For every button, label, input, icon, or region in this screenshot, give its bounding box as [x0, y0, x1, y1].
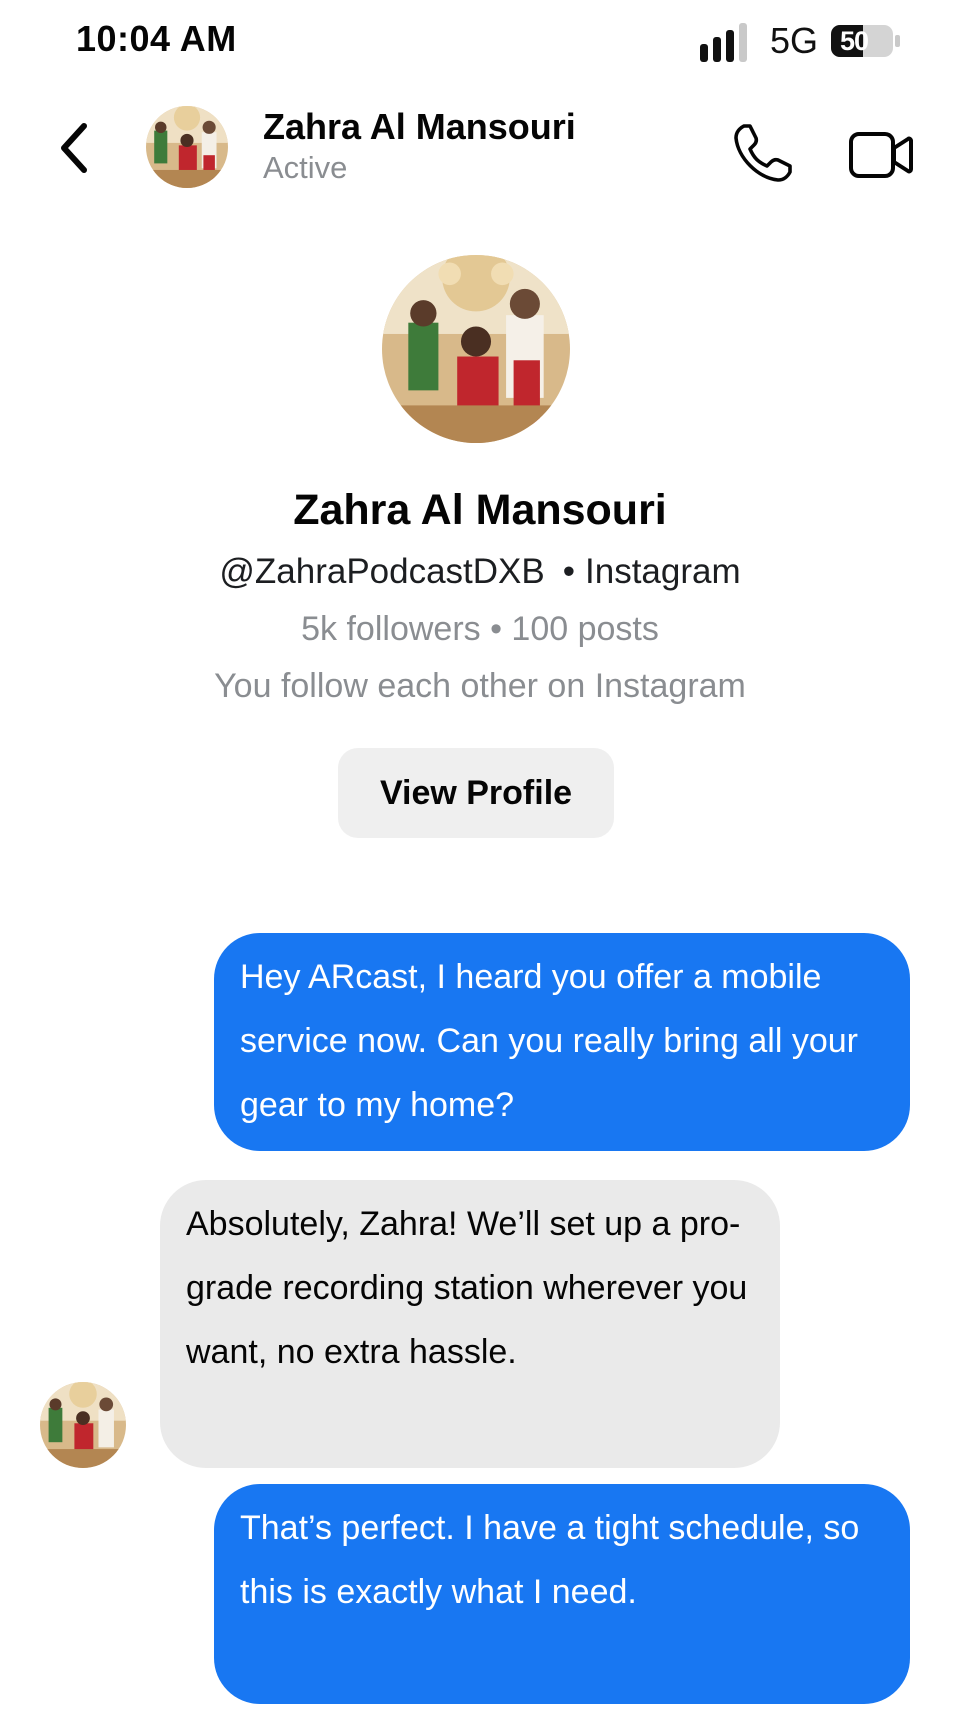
profile-handle-line: @ZahraPodcastDXB • Instagram — [0, 552, 960, 592]
video-camera-icon — [849, 132, 913, 178]
back-chevron-icon — [61, 123, 87, 173]
back-button[interactable] — [50, 118, 100, 178]
message-bubble-sent[interactable]: Hey ARcast, I heard you offer a mobile s… — [214, 933, 910, 1151]
profile-stats: 5k followers • 100 posts — [301, 610, 659, 648]
status-bar: 10:04 AM 5G 50 — [0, 0, 960, 80]
conversation-header: Zahra Al Mansouri Active — [0, 90, 960, 205]
profile-avatar[interactable] — [382, 255, 570, 443]
status-time: 10:04 AM — [76, 18, 237, 59]
battery-level: 50 — [840, 26, 869, 56]
voice-call-button[interactable] — [730, 120, 796, 186]
message-bubble-sent[interactable]: That’s perfect. I have a tight schedule,… — [214, 1484, 910, 1704]
mutual-follow-note: You follow each other on Instagram — [214, 667, 746, 705]
video-call-button[interactable] — [848, 128, 914, 182]
sender-avatar[interactable] — [40, 1382, 126, 1468]
contact-name: Zahra Al Mansouri — [263, 106, 576, 147]
view-profile-button[interactable]: View Profile — [338, 748, 614, 838]
profile-name: Zahra Al Mansouri — [293, 486, 667, 534]
presence-status: Active — [263, 150, 348, 185]
contact-avatar[interactable] — [146, 106, 228, 188]
separator-dot: • — [562, 552, 576, 591]
profile-platform: Instagram — [585, 552, 741, 591]
network-type-label: 5G — [770, 20, 819, 61]
profile-handle: @ZahraPodcastDXB — [219, 552, 545, 591]
battery-icon: 50 — [830, 24, 902, 58]
phone-icon — [734, 124, 792, 182]
signal-strength-icon — [700, 23, 747, 62]
message-bubble-received[interactable]: Absolutely, Zahra! We’ll set up a pro-gr… — [160, 1180, 780, 1468]
